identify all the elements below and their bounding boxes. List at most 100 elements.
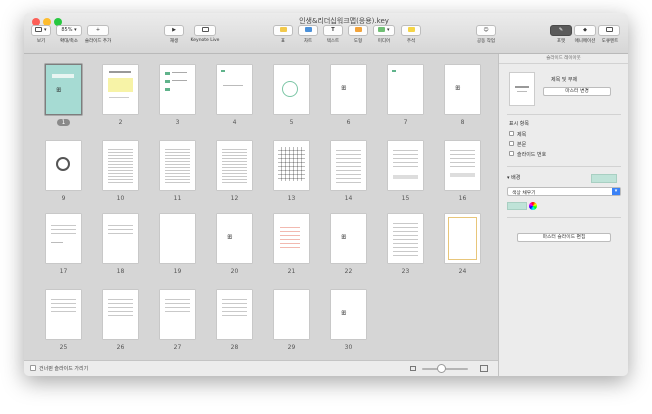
slide-number: 7 xyxy=(403,119,408,126)
slide-thumbnail[interactable] xyxy=(331,141,366,190)
animate-tab[interactable]: ◆ xyxy=(574,25,596,36)
text-block xyxy=(450,147,475,167)
shape-label: 도형 xyxy=(353,39,363,44)
slide-thumbnail[interactable] xyxy=(160,214,195,263)
text-line xyxy=(515,86,529,88)
slide-thumbnail[interactable] xyxy=(445,141,480,190)
slider-knob[interactable] xyxy=(437,364,446,373)
comment-button[interactable] xyxy=(401,25,421,36)
hide-skipped-checkbox[interactable] xyxy=(30,365,36,371)
slide-number: 6 xyxy=(346,119,351,126)
color-well[interactable] xyxy=(507,202,527,210)
slide-number-checkbox[interactable] xyxy=(509,151,514,156)
slide-thumbnail[interactable] xyxy=(388,141,423,190)
collaborate-button[interactable]: ☺ xyxy=(476,25,496,36)
inspector-panel: 슬라이드 레이아웃 제목 및 부제 마스터 변경 표시 항목 제목 본문 슬라이… xyxy=(498,54,628,376)
body-checkbox[interactable] xyxy=(509,141,514,146)
view-button[interactable]: ▾ xyxy=(31,25,51,36)
text-block xyxy=(108,296,133,316)
triangle-down-icon: ▾ xyxy=(507,175,510,181)
chart-icon xyxy=(304,27,312,32)
text-block xyxy=(280,224,300,248)
slide-number: 13 xyxy=(287,195,296,202)
slide-thumbnail[interactable] xyxy=(103,290,138,339)
slide-thumbnail[interactable] xyxy=(388,214,423,263)
sidebar-icon xyxy=(35,27,43,32)
slide-thumbnail[interactable]: ꕥ xyxy=(46,65,81,114)
bullet xyxy=(165,72,170,75)
change-master-button[interactable]: 마스터 변경 xyxy=(543,87,611,96)
body-option-label: 본문 xyxy=(517,142,527,148)
color-wheel-icon[interactable] xyxy=(529,202,537,210)
slide-thumbnail[interactable] xyxy=(160,290,195,339)
collaborate-label: 공동 작업 xyxy=(477,39,495,44)
magnifier-icon xyxy=(56,157,70,171)
slide-thumbnail[interactable] xyxy=(46,141,81,190)
slide-thumbnail[interactable]: ꕥ xyxy=(331,214,366,263)
slide-thumbnail[interactable] xyxy=(46,290,81,339)
slide-thumbnail[interactable] xyxy=(160,141,195,190)
zoom-select[interactable]: 85% ▾ xyxy=(56,25,82,36)
comment-icon xyxy=(407,27,415,32)
slide-thumbnail[interactable] xyxy=(217,65,252,114)
title-checkbox[interactable] xyxy=(509,131,514,136)
document-label: 도큐멘트 xyxy=(601,39,619,44)
slide-thumbnail[interactable] xyxy=(274,141,309,190)
slide-number-option-label: 슬라이드 번호 xyxy=(517,152,547,158)
text-block xyxy=(393,220,418,256)
hide-skipped-label: 건너뛴 슬라이드 가리기 xyxy=(39,366,89,372)
slide-thumbnail[interactable]: ꕥ xyxy=(331,65,366,114)
slide-number: 3 xyxy=(175,119,180,126)
slide-thumbnail[interactable]: ꕥ xyxy=(445,65,480,114)
table-icon xyxy=(279,27,287,32)
document-tab[interactable] xyxy=(598,25,620,36)
slide-thumbnail[interactable] xyxy=(445,214,480,263)
shape-button[interactable] xyxy=(348,25,368,36)
fill-type-select[interactable]: 색상 채우기 ▾ xyxy=(507,187,621,196)
slide-thumbnail[interactable] xyxy=(103,65,138,114)
logo-mark: ꕥ xyxy=(455,85,461,92)
slide-thumbnail[interactable] xyxy=(46,214,81,263)
zoom-label: 확대/축소 xyxy=(59,39,79,44)
slide-thumbnail[interactable]: ꕥ xyxy=(217,214,252,263)
text-button[interactable]: T xyxy=(323,25,343,36)
large-thumbnail-icon[interactable] xyxy=(480,365,488,372)
text-line xyxy=(172,72,187,73)
text-block xyxy=(51,296,76,312)
slide-number: 1 xyxy=(46,119,81,126)
slide-thumbnail[interactable] xyxy=(388,65,423,114)
chevron-down-icon: ▾ xyxy=(612,188,620,195)
paintbrush-icon: ✎ xyxy=(558,27,564,33)
small-thumbnail-icon[interactable] xyxy=(410,366,416,371)
slide-thumbnail[interactable] xyxy=(274,214,309,263)
media-button[interactable]: ▾ xyxy=(373,25,395,36)
slide-thumbnail[interactable] xyxy=(103,141,138,190)
chart-button[interactable] xyxy=(298,25,318,36)
text-block xyxy=(222,147,247,183)
logo-mark: ꕥ xyxy=(56,87,62,94)
edit-master-slide-button[interactable]: 마스터 슬라이드 편집 xyxy=(517,233,611,242)
slide-number: 10 xyxy=(116,195,125,202)
bullet xyxy=(165,80,170,83)
comment-label: 주석 xyxy=(406,39,416,44)
slide-thumbnail[interactable] xyxy=(103,214,138,263)
format-tab[interactable]: ✎ xyxy=(550,25,572,36)
inspector-header: 슬라이드 레이아웃 xyxy=(499,54,628,64)
slide-thumbnail[interactable] xyxy=(160,65,195,114)
slide-number: 30 xyxy=(344,344,353,351)
add-slide-button[interactable]: + xyxy=(87,25,109,36)
slide-thumbnail[interactable] xyxy=(217,290,252,339)
play-button[interactable]: ▶ xyxy=(164,25,184,36)
slide-number: 9 xyxy=(61,195,66,202)
slide-thumbnail[interactable]: ꕥ xyxy=(331,290,366,339)
slide-thumbnail[interactable] xyxy=(217,141,252,190)
background-color-swatch[interactable] xyxy=(591,174,617,183)
zoom-value: 85% xyxy=(61,27,73,33)
slide-thumbnail[interactable] xyxy=(274,290,309,339)
slide-number: 23 xyxy=(401,268,410,275)
table-button[interactable] xyxy=(273,25,293,36)
slide-number: 14 xyxy=(344,195,353,202)
slide-thumbnail[interactable] xyxy=(274,65,309,114)
keynote-live-button[interactable] xyxy=(194,25,216,36)
background-disclosure[interactable]: ▾ 배경 xyxy=(507,174,520,181)
